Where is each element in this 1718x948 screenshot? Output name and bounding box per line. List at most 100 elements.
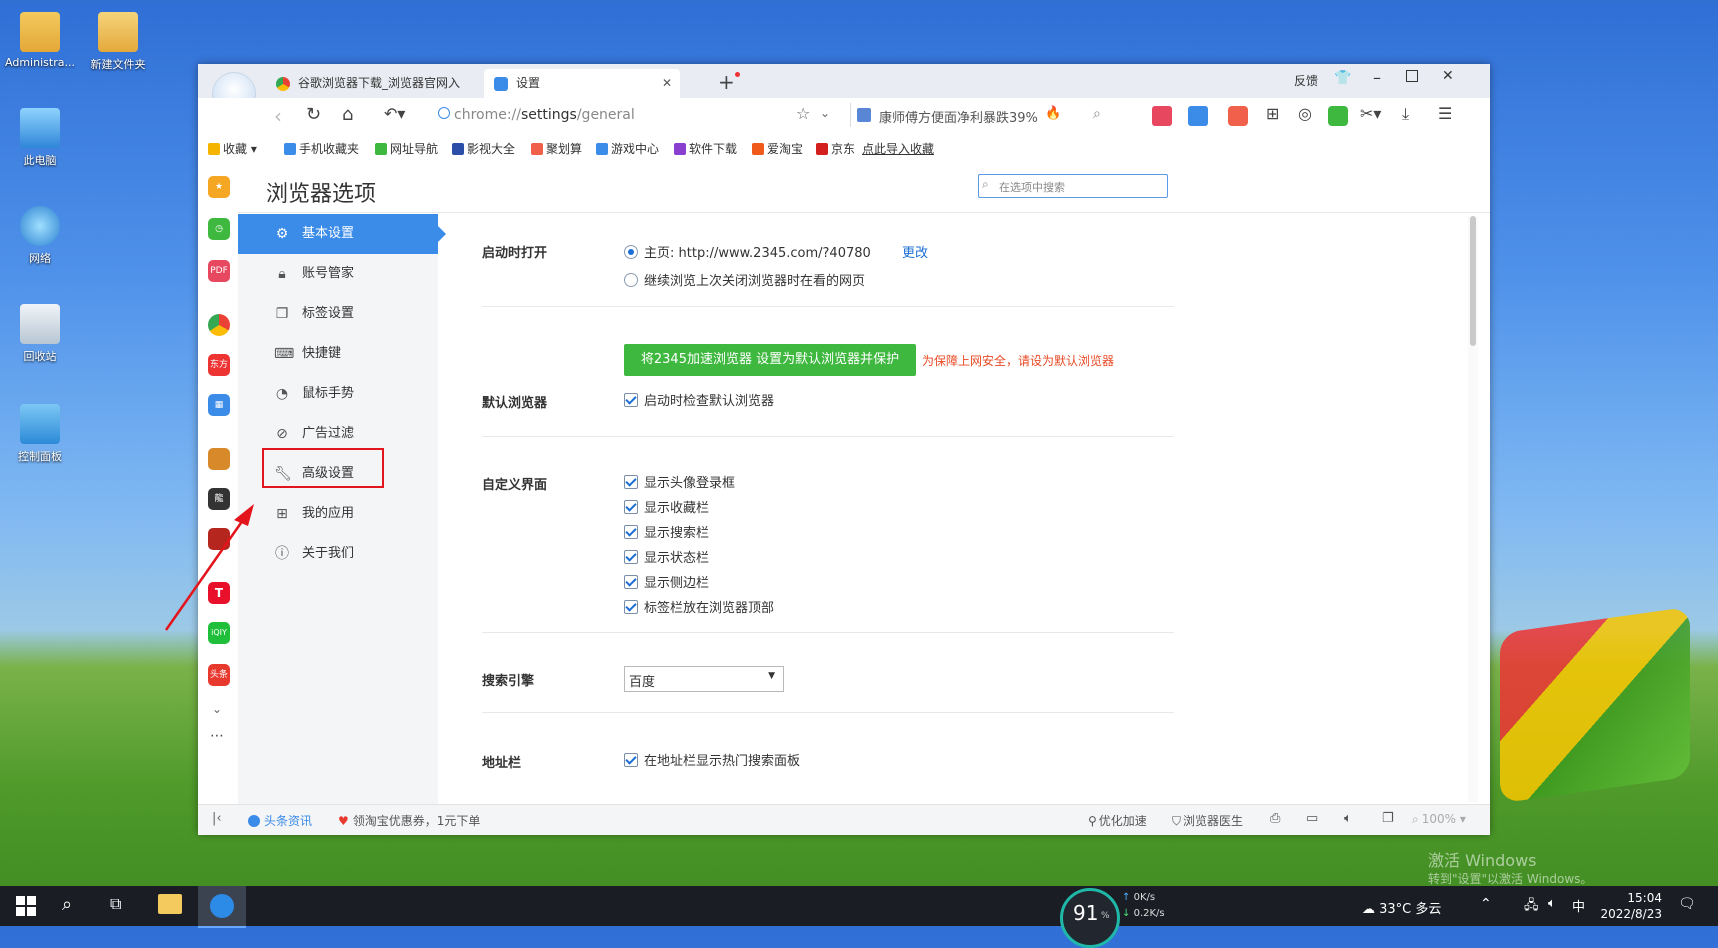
collapse-sidebar-icon[interactable]: |‹ [212, 811, 222, 826]
file-explorer-icon[interactable] [158, 894, 182, 914]
browser-taskbar-icon[interactable] [198, 886, 246, 928]
bookmark-jd[interactable]: 京东 [816, 140, 855, 157]
refresh-icon[interactable]: ↻ [306, 104, 321, 125]
menu-icon[interactable]: ☰ [1438, 104, 1452, 123]
desktop-icon-this-pc[interactable]: 此电脑 [0, 108, 80, 168]
doctor-status[interactable]: ⛉ 浏览器医生 [1172, 812, 1243, 829]
chevron-down-icon[interactable]: ⌄ [212, 702, 222, 716]
nav-shortcuts[interactable]: ⌨ 快捷键 [238, 334, 438, 374]
bookmark-software[interactable]: 软件下载 [674, 140, 737, 157]
tabs-on-top-checkbox[interactable]: 标签栏放在浏览器顶部 [624, 597, 774, 616]
window-icon[interactable]: ❐ [1382, 811, 1394, 826]
game-icon[interactable] [1228, 106, 1248, 126]
bookmark-nav[interactable]: 网址导航 [375, 140, 438, 157]
bookmark-mobile[interactable]: 手机收藏夹 [284, 140, 359, 157]
scrollbar-track[interactable] [1468, 216, 1478, 802]
desktop-icon-recycle-bin[interactable]: 回收站 [0, 304, 80, 364]
toutiao-side-icon[interactable]: 头条 [208, 664, 230, 686]
zoom-status[interactable]: ⌕ 100% ▾ [1412, 812, 1466, 827]
bookmark-taobao[interactable]: 爱淘宝 [752, 140, 803, 157]
show-avatar-checkbox[interactable]: 显示头像登录框 [624, 472, 735, 491]
screen-icon[interactable]: ▭ [1306, 811, 1318, 826]
nav-account-manager[interactable]: 🔒︎ 账号管家 [238, 254, 438, 294]
options-search-input[interactable]: ⌕ 在选项中搜索 [978, 174, 1168, 198]
startup-continue-radio[interactable]: 继续浏览上次关闭浏览器时在看的网页 [624, 270, 865, 289]
nav-tab-settings[interactable]: ❐ 标签设置 [238, 294, 438, 334]
search-icon[interactable]: ⌕ [62, 894, 72, 915]
search-engine-select[interactable]: 百度 ▼ [624, 666, 784, 692]
chevron-up-icon[interactable]: ⌃ [1480, 896, 1492, 912]
undo-close-icon[interactable]: ↶▾ [384, 104, 405, 123]
printer-icon[interactable]: ⎙ [1270, 811, 1280, 826]
eye-protect-icon[interactable] [1328, 106, 1348, 126]
checkbox-icon [624, 500, 638, 514]
change-homepage-link[interactable]: 更改 [902, 242, 928, 261]
nav-mouse-gestures[interactable]: ◔ 鼠标手势 [238, 374, 438, 414]
news-ticker[interactable]: 康师傅方便面净利暴跌39% [879, 107, 1038, 126]
apps-grid-icon[interactable]: ⊞ [1266, 104, 1279, 123]
news-status[interactable]: 头条资讯 [248, 812, 312, 829]
show-searchbar-checkbox[interactable]: 显示搜索栏 [624, 522, 709, 541]
translate-icon[interactable] [1188, 106, 1208, 126]
more-icon[interactable]: ⋯ [210, 728, 224, 744]
favorite-star-icon[interactable]: ☆ [796, 104, 810, 123]
close-window-icon[interactable]: ✕ [1442, 68, 1454, 84]
close-icon[interactable]: ✕ [662, 69, 672, 98]
skin-icon[interactable]: 👕 [1334, 70, 1351, 86]
volume-icon[interactable]: 🔈︎ [1548, 896, 1556, 911]
scrollbar-thumb[interactable] [1470, 216, 1476, 346]
volume-icon[interactable]: 🔈︎ [1344, 811, 1352, 826]
bookmark-video[interactable]: 影视大全 [452, 140, 515, 157]
desktop-icon-new-folder[interactable]: 新建文件夹 [78, 12, 158, 72]
check-default-checkbox[interactable]: 启动时检查默认浏览器 [624, 390, 774, 409]
mail-icon[interactable]: ◎ [1298, 104, 1312, 123]
calc-side-icon[interactable]: ▦ [208, 394, 230, 416]
shopping-icon[interactable] [1152, 106, 1172, 126]
bookmark-favorites[interactable]: 收藏 ▾ [208, 140, 257, 157]
bookmark-import[interactable]: 点此导入收藏 [862, 140, 934, 157]
home-icon[interactable]: ⌂ [342, 104, 353, 125]
eastmoney-side-icon[interactable]: 东方 [208, 354, 230, 376]
chevron-down-icon[interactable]: ⌄ [820, 106, 830, 120]
desktop-icon-network[interactable]: 网络 [0, 206, 80, 266]
tab-google-download[interactable]: 谷歌浏览器下载_浏览器官网入 [266, 69, 466, 98]
new-tab-button[interactable]: + [718, 70, 735, 94]
search-icon[interactable]: ⌕ [1093, 106, 1101, 122]
pdf-side-icon[interactable]: PDF [208, 260, 230, 282]
notification-icon[interactable]: 🗨︎ [1678, 896, 1696, 912]
chrome-side-icon[interactable] [208, 314, 230, 336]
show-statusbar-checkbox[interactable]: 显示状态栏 [624, 547, 709, 566]
desktop-icon-control-panel[interactable]: 控制面板 [0, 404, 80, 464]
set-default-button[interactable]: 将2345加速浏览器 设置为默认浏览器并保护 [624, 344, 916, 376]
coupon-status[interactable]: ♥ 领淘宝优惠券，1元下单 [338, 812, 480, 829]
clock[interactable]: 15:04 2022/8/23 [1598, 890, 1662, 922]
chrome-icon [276, 77, 290, 91]
nav-basic-settings[interactable]: ⚙ 基本设置 [238, 214, 438, 254]
startup-homepage-radio[interactable]: 主页: http://www.2345.com/?40780 [624, 242, 871, 261]
network-icon[interactable]: 🖧︎ [1524, 896, 1539, 918]
desktop-icon-admin[interactable]: Administra... [0, 12, 80, 69]
maximize-icon[interactable] [1406, 70, 1418, 82]
show-bookmarks-checkbox[interactable]: 显示收藏栏 [624, 497, 709, 516]
speed-gauge[interactable]: 91 % [1060, 888, 1120, 948]
start-windows-icon[interactable] [16, 896, 36, 916]
game-dragon-side-icon[interactable] [208, 448, 230, 470]
show-sidebar-checkbox[interactable]: 显示侧边栏 [624, 572, 709, 591]
optimize-status[interactable]: ⚲ 优化加速 [1088, 812, 1147, 829]
tab-settings[interactable]: 设置 ✕ [484, 69, 680, 98]
scissors-icon[interactable]: ✂▾ [1360, 104, 1381, 123]
weather-widget[interactable]: ☁ 33°C 多云 [1362, 898, 1441, 917]
bookmark-games[interactable]: 游戏中心 [596, 140, 659, 157]
hot-search-checkbox[interactable]: 在地址栏显示热门搜索面板 [624, 750, 800, 769]
history-side-icon[interactable]: ◷ [208, 218, 230, 240]
back-icon[interactable]: ‹ [274, 104, 282, 128]
ime-indicator[interactable]: 中 [1572, 896, 1585, 915]
download-icon[interactable]: ⤓ [1402, 104, 1409, 124]
minimize-icon[interactable]: – [1373, 68, 1381, 87]
bookmark-juhuasuan[interactable]: 聚划算 [531, 140, 582, 157]
url-field[interactable]: chrome://settings/general [438, 107, 778, 123]
task-view-icon[interactable]: ⧉ [110, 894, 121, 914]
favorites-side-icon[interactable]: ★ [208, 176, 230, 198]
search-box[interactable]: 康师傅方便面净利暴跌39% 🔥 ⌕ [850, 103, 1113, 127]
feedback-link[interactable]: 反馈 [1294, 72, 1318, 89]
